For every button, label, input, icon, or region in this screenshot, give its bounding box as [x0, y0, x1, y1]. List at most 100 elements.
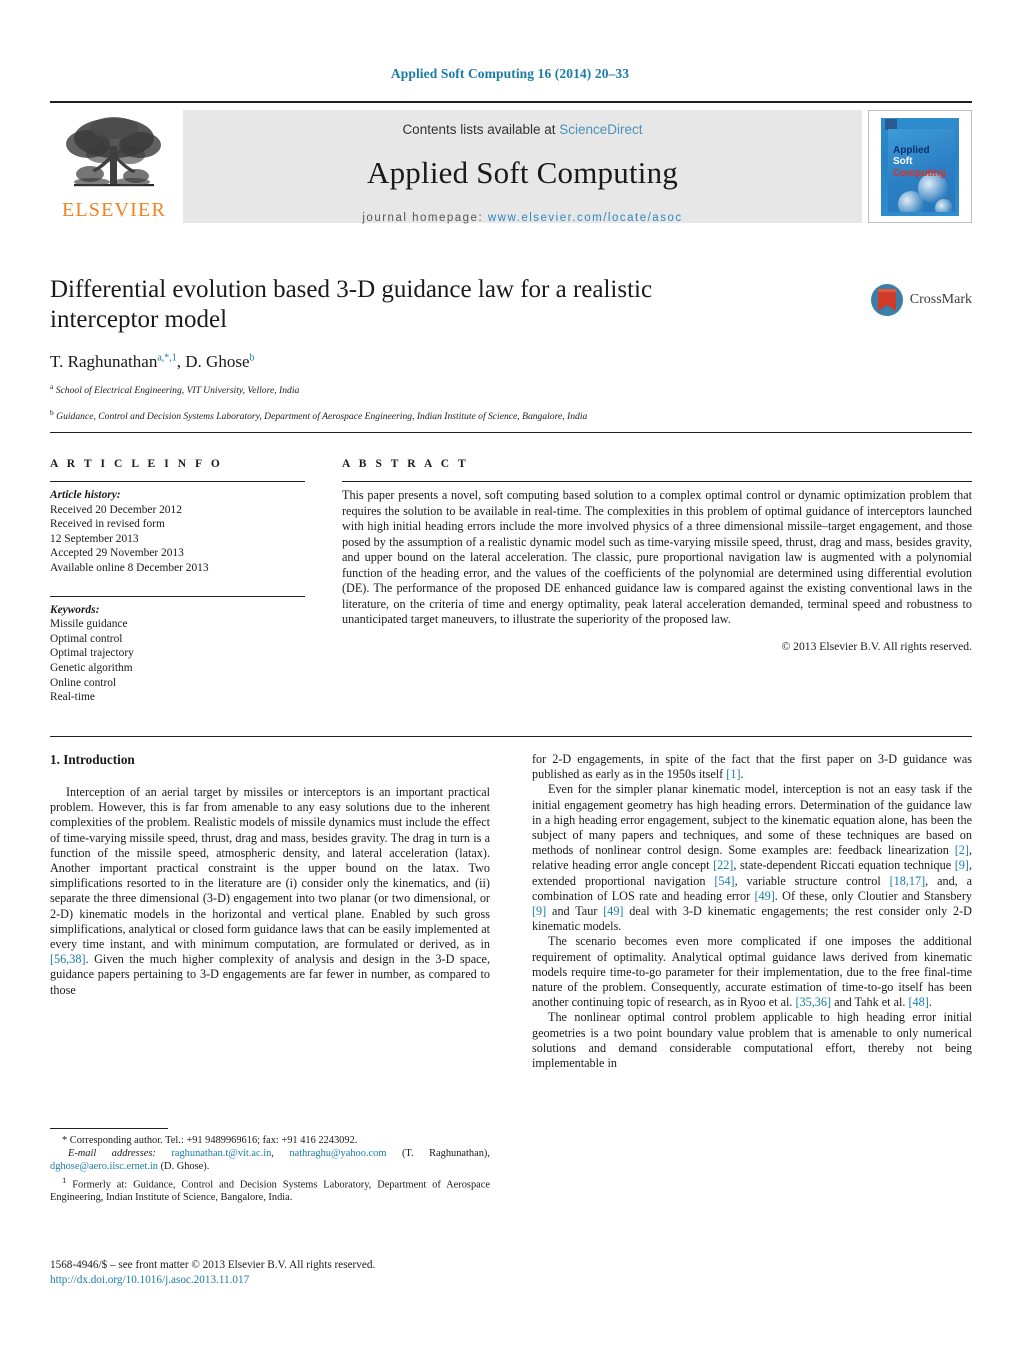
paragraph-text: Interception of an aerial target by miss… — [50, 785, 490, 952]
journal-title: Applied Soft Computing — [367, 155, 678, 190]
citation-link[interactable]: [48] — [909, 995, 929, 1009]
citation-link[interactable]: [56,38] — [50, 952, 86, 966]
email-link-3[interactable]: dghose@aero.iisc.ernet.in — [50, 1161, 158, 1172]
keywords-label: Keywords: — [50, 603, 100, 616]
paragraph: Interception of an aerial target by miss… — [50, 785, 490, 998]
citation-link[interactable]: [49] — [754, 889, 774, 903]
keywords-block: Keywords: Missile guidance Optimal contr… — [50, 603, 305, 705]
history-item: Received in revised form — [50, 518, 165, 531]
email-link-2[interactable]: nathraghu@yahoo.com — [289, 1148, 386, 1159]
article-history-label: Article history: — [50, 489, 121, 501]
email-addresses-label: E-mail addresses: — [68, 1148, 156, 1160]
journal-masthead: ELSEVIER Contents lists available at Sci… — [50, 101, 972, 224]
keyword-item: Real-time — [50, 691, 95, 704]
history-item: Available online 8 December 2013 — [50, 561, 209, 574]
crossmark-icon — [870, 284, 903, 316]
crossmark-label: CrossMark — [909, 292, 972, 307]
paragraph-text: . Given the much higher complexity of an… — [50, 952, 490, 997]
footnote-text: Formerly at: Guidance, Control and Decis… — [50, 1179, 491, 1204]
running-head: Applied Soft Computing 16 (2014) 20–33 — [390, 66, 630, 81]
citation-link[interactable]: [18,17] — [890, 874, 926, 888]
email-link-1[interactable]: raghunathan.t@vit.ac.in — [171, 1148, 271, 1159]
issn-copyright-line: 1568-4946/$ – see front matter © 2013 El… — [50, 1259, 376, 1271]
citation-link[interactable]: [9] — [532, 904, 546, 918]
paragraph: The scenario becomes even more complicat… — [532, 934, 972, 1010]
paragraph: The nonlinear optimal control problem ap… — [532, 1010, 972, 1071]
email-owner-1: (T. Raghunathan) — [401, 1148, 488, 1160]
citation-link[interactable]: [1] — [726, 767, 740, 781]
paragraph-text: . — [740, 767, 744, 782]
info-top-rule — [50, 432, 972, 433]
citation-link[interactable]: [9] — [955, 858, 969, 872]
paragraph-text: , state-dependent Riccati equation techn… — [733, 858, 955, 873]
keyword-item: Optimal trajectory — [50, 647, 134, 660]
article-info-column: A R T I C L E I N F O Article history: R… — [50, 458, 305, 705]
affiliation-a-text: School of Electrical Engineering, VIT Un… — [55, 385, 300, 397]
article-info-heading: A R T I C L E I N F O — [50, 458, 223, 470]
affiliation-b: b Guidance, Control and Decision Systems… — [50, 407, 588, 422]
body-column-left: 1. Introduction Interception of an aeria… — [50, 752, 490, 998]
keyword-item: Missile guidance — [50, 618, 128, 631]
email-separator: , — [271, 1148, 290, 1160]
cover-title-text: Applied Soft Computing — [893, 145, 946, 180]
contents-available-line: Contents lists available at ScienceDirec… — [402, 122, 642, 137]
paragraph-text: . Of these, only Cloutier and Stansbery — [774, 888, 972, 903]
journal-homepage-line: journal homepage: www.elsevier.com/locat… — [362, 212, 682, 224]
footnote-rule — [50, 1128, 168, 1129]
citation-link[interactable]: [54] — [714, 874, 734, 888]
paragraph-text: and Taur — [546, 904, 604, 919]
journal-cover-image: Applied Soft Computing — [881, 117, 959, 216]
cover-line-1: Applied — [893, 144, 930, 156]
keywords-divider — [50, 595, 305, 597]
paper-page: Applied Soft Computing 16 (2014) 20–33 E… — [0, 0, 1020, 1351]
abstract-text: This paper presents a novel, soft comput… — [342, 488, 972, 626]
title-block: Differential evolution based 3-D guidanc… — [50, 275, 972, 424]
footnote-block: * Corresponding author. Tel.: +91 948996… — [50, 1128, 490, 1204]
keyword-item: Genetic algorithm — [50, 661, 133, 674]
front-matter-block: 1568-4946/$ – see front matter © 2013 El… — [50, 1258, 510, 1288]
contents-prefix: Contents lists available at — [402, 122, 560, 137]
body-column-right: for 2-D engagements, in spite of the fac… — [532, 752, 972, 1071]
citation-link[interactable]: [22] — [713, 858, 733, 872]
cover-line-3: Computing — [893, 167, 946, 179]
affiliation-a: a School of Electrical Engineering, VIT … — [50, 382, 300, 397]
paragraph-text: and Tahk et al. — [831, 995, 909, 1010]
paragraph-text: . — [928, 995, 932, 1010]
history-item: Accepted 29 November 2013 — [50, 547, 184, 560]
footnote-marker: 1 — [62, 1174, 67, 1185]
keyword-item: Online control — [50, 676, 117, 689]
journal-cover-thumbnail: Applied Soft Computing — [868, 110, 972, 223]
paragraph: for 2-D engagements, in spite of the fac… — [532, 752, 972, 782]
footnote-corresponding-author: * Corresponding author. Tel.: +91 948996… — [62, 1135, 358, 1146]
abstract-copyright: © 2013 Elsevier B.V. All rights reserved… — [781, 639, 972, 653]
footnote-text: Corresponding author. Tel.: +91 94899696… — [69, 1135, 358, 1146]
abstract-divider — [342, 481, 972, 482]
homepage-label: journal homepage: — [362, 212, 484, 224]
doi-link[interactable]: http://dx.doi.org/10.1016/j.asoc.2013.11… — [50, 1273, 510, 1288]
paragraph-text: for 2-D engagements, in spite of the fac… — [532, 752, 972, 782]
page-title: Differential evolution based 3-D guidanc… — [50, 276, 653, 333]
citation-link[interactable]: [2] — [955, 843, 969, 857]
abstract-column: A B S T R A C T This paper presents a no… — [342, 458, 972, 653]
keyword-item: Optimal control — [50, 632, 123, 645]
author-list: T. Raghunathana,*,1, D. Ghoseb — [50, 352, 255, 371]
section-heading-introduction: 1. Introduction — [50, 752, 135, 767]
email-owner-2: (D. Ghose). — [160, 1161, 210, 1173]
footnote-emails: E-mail addresses: raghunathan.t@vit.ac.i… — [50, 1148, 491, 1173]
paragraph-text: Even for the simpler planar kinematic mo… — [532, 782, 972, 858]
elsevier-tree-icon — [66, 117, 161, 187]
journal-band: Contents lists available at ScienceDirec… — [183, 110, 862, 224]
article-info-divider — [50, 481, 305, 482]
citation-link[interactable]: [35,36] — [796, 995, 832, 1009]
abstract-heading: A B S T R A C T — [342, 458, 469, 470]
cover-line-2: Soft — [893, 156, 913, 167]
crossmark-badge[interactable]: CrossMark — [870, 283, 972, 317]
homepage-url-link[interactable]: www.elsevier.com/locate/asoc — [488, 212, 683, 224]
affiliation-b-text: Guidance, Control and Decision Systems L… — [56, 410, 588, 422]
cover-inner-panel: Applied Soft Computing — [888, 128, 955, 212]
footnote-formerly: 1 Formerly at: Guidance, Control and Dec… — [50, 1174, 490, 1205]
citation-link[interactable]: [49] — [603, 904, 623, 918]
paragraph-text: , variable structure control — [734, 873, 890, 888]
paragraph: Even for the simpler planar kinematic mo… — [532, 782, 972, 934]
sciencedirect-link[interactable]: ScienceDirect — [559, 122, 642, 137]
